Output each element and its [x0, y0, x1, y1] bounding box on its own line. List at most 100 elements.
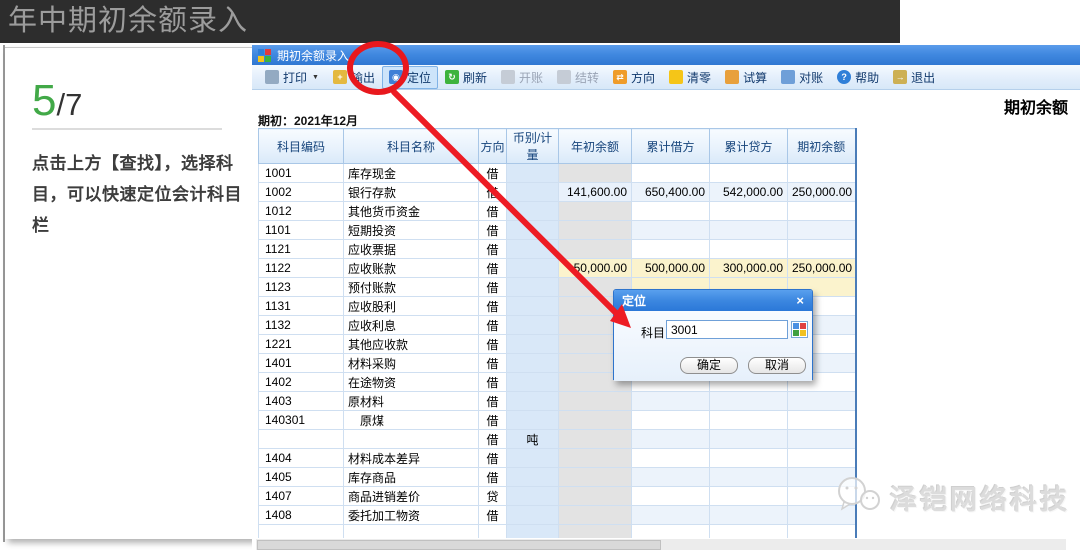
cell-df[interactable] [710, 164, 788, 183]
ok-button[interactable]: 确定 [680, 357, 738, 374]
cell-jf[interactable]: 500,000.00 [632, 259, 710, 278]
cell-dir[interactable]: 贷 [479, 487, 507, 506]
cell-cur[interactable] [507, 449, 559, 468]
cell-dir[interactable]: 借 [479, 278, 507, 297]
cell-jf[interactable] [632, 392, 710, 411]
cell-code[interactable] [259, 430, 344, 449]
cell-y0[interactable]: 141,600.00 [559, 183, 632, 202]
cell-qc[interactable] [788, 221, 856, 240]
cell-jf[interactable] [632, 487, 710, 506]
cell-y0[interactable] [559, 525, 632, 539]
cell-y0[interactable] [559, 449, 632, 468]
toolbar-button-refresh[interactable]: ↻刷新 [438, 66, 494, 89]
cell-df[interactable] [710, 392, 788, 411]
toolbar-button-exit[interactable]: →退出 [886, 66, 942, 89]
cell-y0[interactable] [559, 506, 632, 525]
cell-qc[interactable] [788, 202, 856, 221]
cell-cur[interactable] [507, 373, 559, 392]
horizontal-scrollbar[interactable] [256, 539, 1066, 550]
cell-name[interactable]: 预付账款 [344, 278, 479, 297]
cell-name[interactable] [344, 430, 479, 449]
cell-name[interactable]: 应收账款 [344, 259, 479, 278]
toolbar-button-clear-zero[interactable]: 清零 [662, 66, 718, 89]
cell-y0[interactable] [559, 202, 632, 221]
cell-code[interactable] [259, 525, 344, 539]
cell-code[interactable]: 1121 [259, 240, 344, 259]
cell-jf[interactable]: 650,400.00 [632, 183, 710, 202]
cell-qc[interactable]: 250,000.00 [788, 183, 856, 202]
cell-qc[interactable] [788, 525, 856, 539]
cell-qc[interactable] [788, 164, 856, 183]
cell-cur[interactable] [507, 202, 559, 221]
cell-name[interactable]: 材料采购 [344, 354, 479, 373]
cell-df[interactable] [710, 525, 788, 539]
cell-cur[interactable] [507, 259, 559, 278]
cell-name[interactable]: 库存现金 [344, 164, 479, 183]
cell-y0[interactable] [559, 430, 632, 449]
cell-name[interactable]: 应收股利 [344, 297, 479, 316]
cell-jf[interactable] [632, 506, 710, 525]
cell-jf[interactable] [632, 164, 710, 183]
cell-name[interactable]: 应收票据 [344, 240, 479, 259]
cell-name[interactable] [344, 525, 479, 539]
dropdown-caret-icon[interactable]: ▼ [312, 74, 319, 81]
cell-df[interactable] [710, 506, 788, 525]
cell-dir[interactable]: 借 [479, 259, 507, 278]
toolbar-button-print[interactable]: 打印▼ [258, 66, 326, 89]
cell-code[interactable]: 1122 [259, 259, 344, 278]
cell-name[interactable]: 委托加工物资 [344, 506, 479, 525]
cell-cur[interactable]: 吨 [507, 430, 559, 449]
cell-name[interactable]: 商品进销差价 [344, 487, 479, 506]
cell-dir[interactable]: 借 [479, 335, 507, 354]
cell-dir[interactable]: 借 [479, 506, 507, 525]
cell-cur[interactable] [507, 354, 559, 373]
cell-qc[interactable]: 250,000.00 [788, 259, 856, 278]
cell-qc[interactable] [788, 430, 856, 449]
scrollbar-thumb[interactable] [257, 540, 661, 550]
toolbar-button-open-account[interactable]: 开账 [494, 66, 550, 89]
cell-cur[interactable] [507, 411, 559, 430]
cell-df[interactable] [710, 449, 788, 468]
cell-code[interactable]: 1101 [259, 221, 344, 240]
cell-jf[interactable] [632, 240, 710, 259]
cell-cur[interactable] [507, 506, 559, 525]
toolbar-button-trial-balance[interactable]: 试算 [718, 66, 774, 89]
cell-dir[interactable]: 借 [479, 354, 507, 373]
cell-code[interactable]: 1221 [259, 335, 344, 354]
cell-dir[interactable]: 借 [479, 430, 507, 449]
cell-code[interactable]: 1132 [259, 316, 344, 335]
cell-code[interactable]: 1002 [259, 183, 344, 202]
cell-cur[interactable] [507, 468, 559, 487]
cell-dir[interactable]: 借 [479, 297, 507, 316]
cell-dir[interactable]: 借 [479, 164, 507, 183]
cell-jf[interactable] [632, 202, 710, 221]
cell-df[interactable] [710, 430, 788, 449]
cell-dir[interactable]: 借 [479, 468, 507, 487]
cell-cur[interactable] [507, 525, 559, 539]
close-icon[interactable]: × [796, 293, 804, 308]
cell-y0[interactable] [559, 392, 632, 411]
cell-cur[interactable] [507, 164, 559, 183]
cell-code[interactable]: 1012 [259, 202, 344, 221]
toolbar-button-carry-forward[interactable]: 结转 [550, 66, 606, 89]
cell-y0[interactable] [559, 468, 632, 487]
cell-qc[interactable] [788, 506, 856, 525]
cell-name[interactable]: 短期投资 [344, 221, 479, 240]
cell-dir[interactable]: 借 [479, 183, 507, 202]
cell-dir[interactable]: 借 [479, 392, 507, 411]
toolbar-button-locate[interactable]: ◉定位 [382, 66, 438, 89]
cell-dir[interactable]: 借 [479, 221, 507, 240]
toolbar-button-reconcile[interactable]: 对账 [774, 66, 830, 89]
cell-code[interactable]: 1401 [259, 354, 344, 373]
cell-code[interactable]: 140301 [259, 411, 344, 430]
cell-jf[interactable] [632, 411, 710, 430]
cell-df[interactable]: 300,000.00 [710, 259, 788, 278]
cell-code[interactable]: 1404 [259, 449, 344, 468]
cell-name[interactable]: 其他应收款 [344, 335, 479, 354]
subject-input[interactable] [666, 320, 788, 339]
cell-cur[interactable] [507, 221, 559, 240]
cell-name[interactable]: 应收利息 [344, 316, 479, 335]
cell-y0[interactable] [559, 240, 632, 259]
cell-code[interactable]: 1407 [259, 487, 344, 506]
lookup-grid-icon[interactable] [791, 321, 808, 338]
